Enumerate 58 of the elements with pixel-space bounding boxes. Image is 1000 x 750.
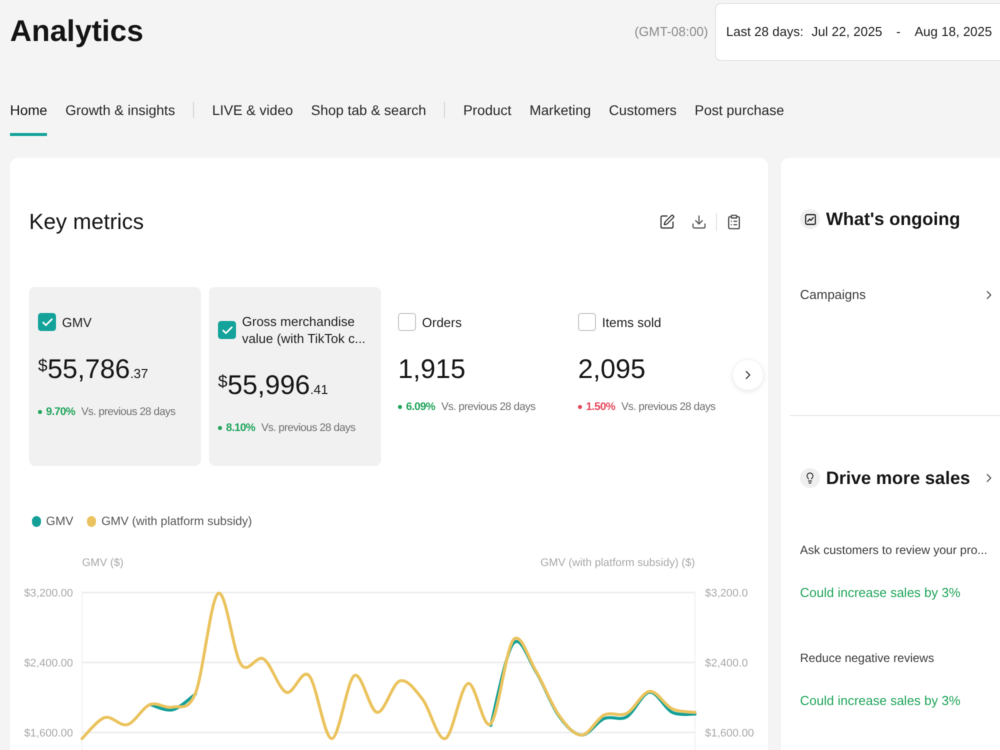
timezone-label: (GMT-08:00) (634, 23, 708, 42)
checkbox[interactable] (38, 313, 56, 331)
metric-value: 2,095 (578, 353, 646, 385)
edit-icon[interactable] (659, 214, 675, 230)
suggestion-title[interactable]: Ask customers to review your pro... (800, 542, 988, 558)
axis-title: GMV (with platform subsidy) ($) (540, 557, 695, 569)
metric-label: GMV (62, 314, 92, 330)
change-percent: 9.70% (46, 405, 76, 420)
tab[interactable]: Growth & insights (65, 100, 176, 136)
checkbox[interactable] (218, 321, 236, 339)
axis-tick-label: $1,600.00 (24, 728, 73, 740)
metric-value: $55,996.41 (218, 369, 328, 402)
legend-label: GMV (46, 513, 74, 529)
tab[interactable]: LIVE & video (212, 100, 294, 136)
section-title: What's ongoing (826, 208, 960, 231)
metric-card[interactable]: GMV $55,786.37 9.70% Vs. previous 28 days (29, 287, 201, 466)
change-percent: 8.10% (226, 421, 256, 436)
trend-chart-icon (800, 209, 820, 229)
impact-text: Could increase sales by 3% (800, 585, 960, 601)
tab[interactable]: Customers (608, 100, 677, 136)
comparison-text: Vs. previous 28 days (621, 400, 716, 415)
legend-label: GMV (with platform subsidy) (101, 513, 252, 529)
tab[interactable]: Shop tab & search (311, 100, 426, 136)
checkmark-icon (40, 316, 54, 328)
comparison-text: Vs. previous 28 days (261, 421, 356, 436)
metric-label: Orders (422, 314, 462, 330)
change-percent: 6.09% (406, 400, 436, 415)
axis-tick-label: $2,400.00 (24, 658, 73, 670)
list-item[interactable]: Campaigns (781, 285, 1000, 305)
section-title: Drive more sales (826, 467, 970, 490)
axis-tick-label: $1,600.00 (705, 728, 754, 740)
tab[interactable]: Post purchase (694, 100, 784, 136)
tab[interactable]: Product (463, 100, 512, 136)
comparison-text: Vs. previous 28 days (81, 405, 176, 420)
axis-tick-label: $3,200.0 (705, 588, 748, 600)
comparison-text: Vs. previous 28 days (441, 400, 536, 415)
metric-label: Gross merchandise value (with TikTok c... (242, 313, 367, 347)
tab[interactable]: Marketing (529, 100, 591, 136)
axis-tick-label: $2,400.0 (705, 658, 748, 670)
tab[interactable]: Home (10, 100, 48, 136)
metric-value: $55,786.37 (38, 353, 148, 386)
checkmark-icon (220, 324, 234, 336)
download-icon[interactable] (691, 214, 707, 230)
axis-title: GMV ($) (82, 557, 124, 569)
page-title: Analytics (10, 14, 144, 50)
checkbox[interactable] (578, 313, 596, 331)
date-range-picker[interactable]: Last 28 days: Jul 22, 2025 - Aug 18, 2025 (715, 3, 1000, 61)
metric-label: Items sold (602, 314, 662, 330)
section-title: Key metrics (29, 208, 144, 236)
suggestion-title[interactable]: Reduce negative reviews (800, 650, 934, 666)
checkbox[interactable] (398, 313, 416, 331)
axis-tick-label: $3,200.00 (24, 588, 73, 600)
lightbulb-icon (800, 468, 820, 488)
clipboard-icon[interactable] (726, 214, 742, 230)
metric-card[interactable]: Gross merchandise value (with TikTok c... $55,996.41 8.10% Vs. previous 28 days (209, 287, 381, 466)
change-percent: 1.50% (586, 400, 616, 415)
impact-text: Could increase sales by 3% (800, 693, 960, 709)
metric-value: 1,915 (398, 353, 466, 385)
